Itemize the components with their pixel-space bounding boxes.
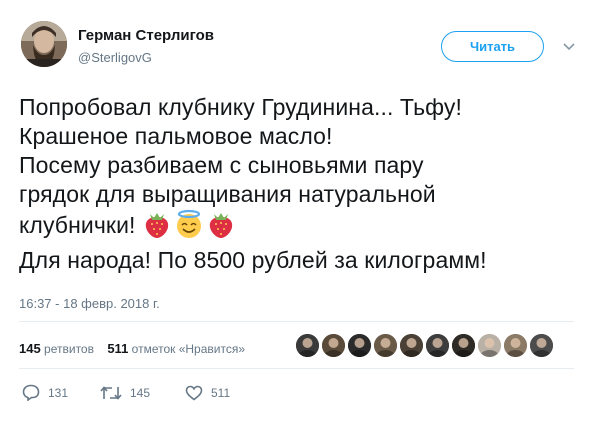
tweet-line: Попробовал клубнику Грудинина... Тьфу! [19, 94, 463, 120]
tweet-line: грядок для выращивания натуральной [19, 181, 436, 207]
liker-avatar[interactable] [478, 334, 501, 357]
divider [19, 368, 574, 369]
liker-avatar[interactable] [296, 334, 319, 357]
liker-avatar[interactable] [452, 334, 475, 357]
author-name[interactable]: Герман Стерлигов [78, 27, 214, 44]
divider [19, 321, 574, 322]
author-avatar[interactable] [21, 21, 67, 67]
author-handle[interactable]: @SterligovG [78, 50, 152, 65]
liker-avatar[interactable] [374, 334, 397, 357]
tweet-timestamp[interactable]: 16:37 - 18 февр. 2018 г. [19, 296, 160, 311]
tweet-line: Посему разбиваем с сыновьями пару [19, 152, 424, 178]
liker-avatar[interactable] [530, 334, 553, 357]
strawberry-icon [142, 209, 172, 246]
retweet-button[interactable]: 145 [100, 385, 185, 401]
liker-avatar[interactable] [322, 334, 345, 357]
tweet-line: Крашеное пальмовое масло! [19, 123, 333, 149]
follow-button[interactable]: Читать [441, 31, 544, 62]
tweet-line: клубнички! [19, 212, 136, 238]
retweet-icon [100, 385, 122, 401]
likes-count: 511 [107, 341, 129, 356]
like-count: 511 [211, 385, 231, 400]
chevron-down-icon[interactable] [562, 40, 576, 52]
tweet-actions: 131 145 511 [22, 384, 230, 401]
retweets-stat[interactable]: 145 ретвитов [19, 341, 94, 356]
liker-avatar[interactable] [348, 334, 371, 357]
liker-avatar[interactable] [426, 334, 449, 357]
heart-icon [185, 385, 203, 401]
tweet-line: Для народа! По 8500 рублей за килограмм! [19, 247, 487, 273]
tweet-text: Попробовал клубнику Грудинина... Тьфу! К… [19, 93, 584, 275]
liker-avatar[interactable] [400, 334, 423, 357]
retweets-count: 145 [19, 341, 41, 356]
likes-label: отметок «Нравится» [131, 342, 246, 356]
smiling-face-with-halo-icon [174, 209, 204, 246]
strawberry-icon [206, 209, 236, 246]
retweet-count: 145 [130, 385, 151, 400]
reply-button[interactable]: 131 [22, 384, 100, 401]
reply-count: 131 [48, 385, 69, 400]
reply-icon [22, 384, 40, 401]
like-button[interactable]: 511 [185, 385, 230, 401]
likes-stat[interactable]: 511 отметок «Нравится» [107, 341, 246, 356]
retweets-label: ретвитов [44, 342, 94, 356]
likers-avatars [296, 334, 553, 357]
tweet-stats: 145 ретвитов 511 отметок «Нравится» [19, 341, 245, 356]
tweet-line-with-emoji: клубнички! [19, 209, 584, 246]
liker-avatar[interactable] [504, 334, 527, 357]
